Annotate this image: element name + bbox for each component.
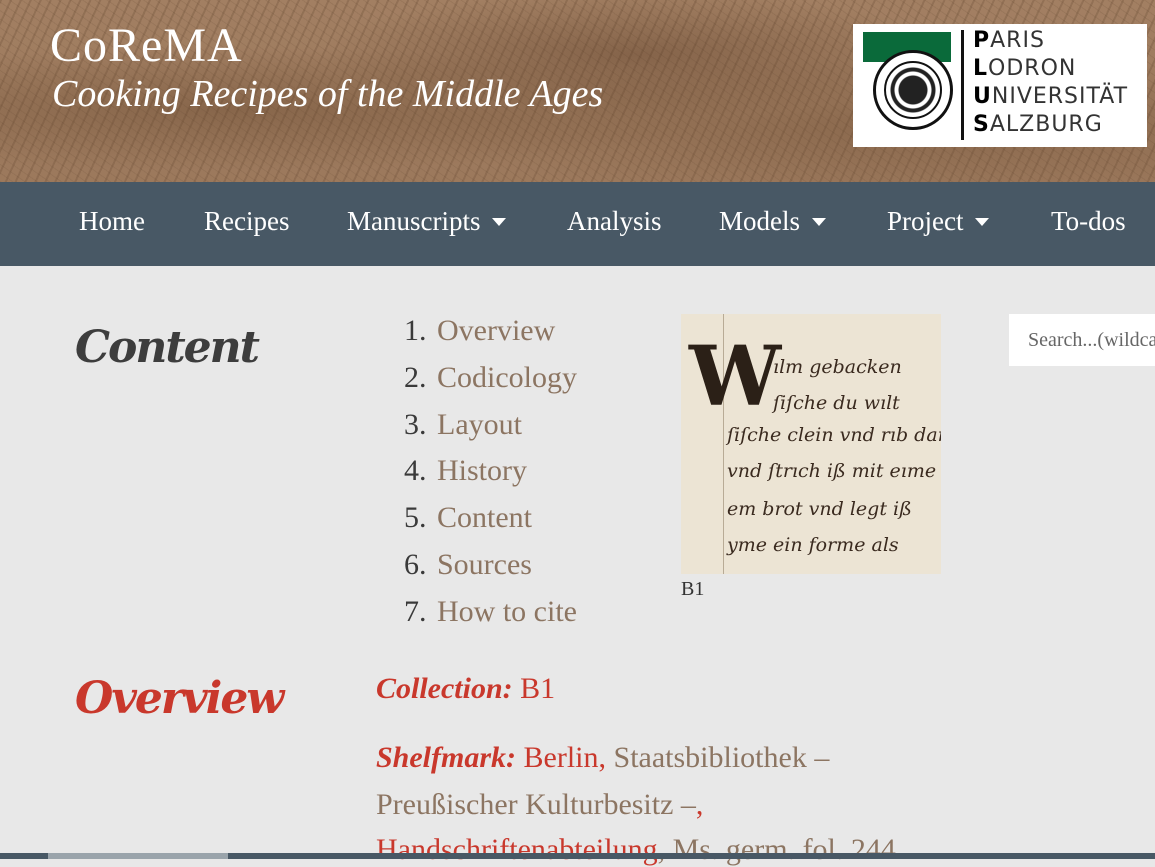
shelfmark-library-2: Preußischer Kulturbesitz – [376, 788, 696, 821]
collection-label: Collection: [376, 672, 513, 705]
manuscript-script-line: vnd ſtrıch iß mit eıme [727, 460, 937, 482]
shelfmark-row: Shelfmark: Berlin, Staatsbibliothek – [376, 741, 829, 775]
content-heading: Content [75, 322, 260, 373]
nav-models[interactable]: Models [719, 206, 826, 237]
shelfmark-department[interactable]: Handschriftenabteilung [376, 833, 658, 866]
manuscript-script-line: ılm gebacken [773, 356, 902, 378]
shelfmark-label: Shelfmark: [376, 741, 517, 774]
caret-down-icon [812, 218, 826, 226]
lion-seal-icon [873, 50, 953, 130]
university-logo[interactable]: PARIS LODRON UNIVERSITÄT SALZBURG [853, 24, 1147, 147]
manuscript-initial-w: W [689, 329, 782, 425]
shelfmark-separator: , [695, 788, 704, 821]
shelfmark-separator: , [598, 741, 607, 774]
toc-item: 3. Layout [404, 407, 522, 441]
collection-row: Collection: B1 [376, 672, 555, 706]
toc-link-layout[interactable]: Layout [437, 408, 522, 441]
toc-link-overview[interactable]: Overview [437, 314, 555, 347]
toc-link-content[interactable]: Content [437, 501, 532, 534]
scrollbar-thumb[interactable] [48, 853, 228, 859]
table-of-contents: 1. Overview 2. Codicology 3. Layout 4. Histo… [404, 314, 577, 642]
caret-down-icon [492, 218, 507, 226]
site-banner: CoReMA Cooking Recipes of the Middle Age… [0, 0, 1155, 182]
manuscript-image[interactable]: W ılm gebacken ſiſche du wılt ſiſche cle… [681, 314, 941, 574]
main-navbar: Home Recipes Manuscripts Analysis Models… [0, 182, 1155, 266]
logo-line-lodron: LODRON [973, 56, 1077, 81]
manuscript-script-line: em brot vnd legt iß [727, 498, 912, 520]
toc-item: 5. Content [404, 501, 532, 535]
manuscript-script-line: yme ein forme als [727, 534, 899, 556]
toc-link-how-to-cite[interactable]: How to cite [437, 595, 577, 628]
nav-project[interactable]: Project [887, 206, 990, 237]
toc-item: 6. Sources [404, 547, 532, 581]
shelfmark-city[interactable]: Berlin [524, 741, 599, 774]
shelfmark-library: Staatsbibliothek – [613, 741, 830, 774]
nav-todos[interactable]: To-dos [1051, 206, 1126, 237]
nav-manuscripts[interactable]: Manuscripts [347, 206, 507, 237]
toc-item: 1. Overview [404, 314, 556, 347]
toc-link-sources[interactable]: Sources [437, 548, 532, 581]
shelfmark-row-2: Preußischer Kulturbesitz –, [376, 788, 703, 822]
nav-home[interactable]: Home [79, 206, 145, 237]
manuscript-script-line: ſiſche du wılt [773, 392, 900, 414]
image-caption: B1 [681, 578, 705, 600]
manuscript-script-line: ſiſche clein vnd rıb dar [727, 424, 941, 446]
site-title[interactable]: CoReMA [50, 18, 243, 73]
nav-recipes[interactable]: Recipes [204, 206, 289, 237]
toc-item: 7. How to cite [404, 594, 577, 628]
nav-analysis[interactable]: Analysis [567, 206, 662, 237]
site-subtitle[interactable]: Cooking Recipes of the Middle Ages [52, 72, 603, 116]
logo-divider [961, 30, 964, 140]
search-input[interactable] [1009, 314, 1155, 366]
logo-line-universitat: UNIVERSITÄT [973, 84, 1129, 109]
collection-value[interactable]: B1 [520, 672, 555, 705]
overview-heading: Overview [75, 673, 284, 724]
logo-line-paris: PARIS [973, 28, 1045, 53]
shelfmark-row-3: Handschriftenabteilung, Ms. germ. fol. 2… [376, 833, 896, 867]
toc-item: 2. Codicology [404, 360, 577, 394]
shelfmark-signature: , Ms. germ. fol. 244 [657, 833, 896, 866]
toc-link-history[interactable]: History [437, 454, 527, 487]
toc-link-codicology[interactable]: Codicology [437, 361, 577, 394]
toc-item: 4. History [404, 454, 527, 488]
caret-down-icon [975, 218, 990, 226]
logo-line-salzburg: SALZBURG [973, 112, 1103, 137]
